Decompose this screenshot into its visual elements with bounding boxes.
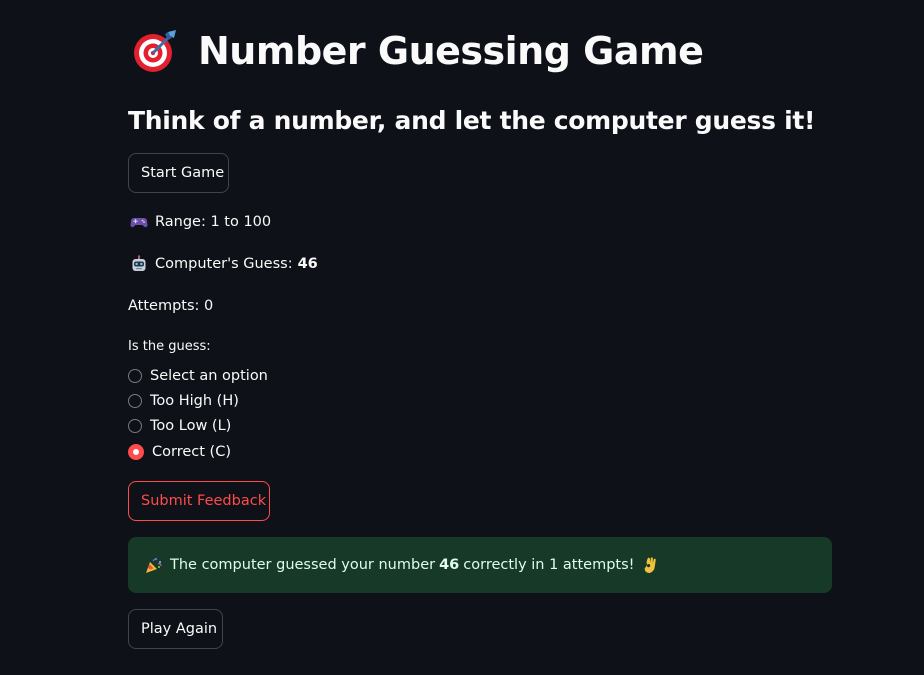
play-again-button[interactable]: Play Again [128, 609, 223, 649]
radio-option-select[interactable]: Select an option [128, 366, 268, 386]
party-popper-icon [146, 557, 162, 573]
radio-option-too-low[interactable]: Too Low (L) [128, 416, 231, 436]
gamepad-icon [130, 218, 148, 228]
radio-option-label: Too High (H) [150, 393, 239, 409]
result-text-after: correctly in 1 attempts! [463, 557, 635, 573]
attempts-text: Attempts: 0 [128, 298, 214, 314]
radio-option-too-high[interactable]: Too High (H) [128, 391, 239, 411]
computer-guess-line: Computer's Guess: 46 [128, 254, 318, 274]
radio-circle[interactable] [128, 369, 142, 383]
feedback-radio-label: Is the guess: [128, 339, 211, 354]
computer-guess-label: Computer's Guess: [155, 256, 293, 272]
target-icon [134, 30, 176, 72]
radio-circle[interactable] [128, 419, 142, 433]
page-title: Number Guessing Game [198, 29, 704, 73]
result-number: 46 [439, 557, 460, 573]
computer-guess-value: 46 [297, 256, 318, 272]
radio-circle[interactable] [128, 394, 142, 408]
ok-hand-icon [645, 557, 657, 573]
radio-option-label: Select an option [150, 368, 268, 384]
radio-option-label: Too Low (L) [150, 418, 232, 434]
radio-option-correct[interactable]: Correct (C) [128, 442, 231, 462]
radio-circle-selected[interactable] [128, 444, 144, 460]
attempts-line: Attempts: 0 [128, 296, 213, 316]
start-game-button[interactable]: Start Game [128, 153, 229, 193]
range-text: Range: 1 to 100 [155, 214, 272, 230]
robot-icon [132, 255, 146, 271]
success-alert: The computer guessed your number 46 corr… [128, 537, 832, 593]
page-subtitle: Think of a number, and let the computer … [128, 106, 816, 135]
radio-option-label: Correct (C) [152, 444, 231, 460]
range-line: Range: 1 to 100 [128, 212, 271, 232]
result-text-before: The computer guessed your number [170, 557, 436, 573]
submit-feedback-button[interactable]: Submit Feedback [128, 481, 270, 521]
title-row: Number Guessing Game [132, 28, 704, 74]
